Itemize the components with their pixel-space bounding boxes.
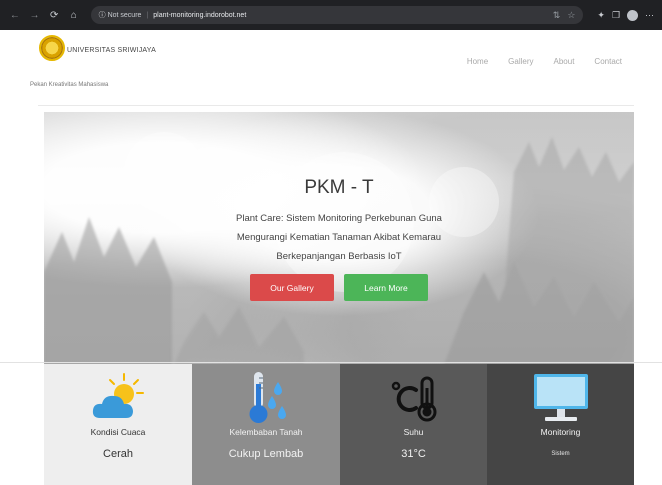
monitor-icon	[487, 370, 634, 425]
translate-icon[interactable]: ⇅	[553, 10, 561, 21]
university-name: UNIVERSITAS SRIWIJAYA	[67, 47, 156, 54]
temperature-celsius-icon	[340, 370, 487, 425]
address-bar[interactable]: ⓘ Not secure | plant-monitoring.indorobo…	[90, 6, 584, 24]
sensor-cards: Kondisi Cuaca Cerah Kelembaban Tanah Cuk…	[44, 364, 634, 485]
nav-home[interactable]: Home	[467, 57, 488, 66]
browser-toolbar: ← → ⟳ ⌂ ⓘ Not secure | plant-monitoring.…	[0, 0, 662, 30]
weather-card: Kondisi Cuaca Cerah	[44, 364, 192, 485]
favorites-icon[interactable]: ✦	[597, 10, 605, 21]
info-icon[interactable]: ⓘ	[99, 10, 108, 20]
site-header: UNIVERSITAS SRIWIJAYA Pekan Kreativitas …	[0, 30, 662, 108]
header-divider	[38, 105, 634, 106]
profile-avatar[interactable]	[627, 9, 639, 21]
hero-title: PKM - T	[304, 177, 374, 198]
url-text: plant-monitoring.indorobot.net	[153, 11, 247, 19]
nav-contact[interactable]: Contact	[594, 57, 622, 66]
temperature-value: 31°C	[401, 448, 426, 460]
partly-cloudy-icon	[44, 370, 192, 425]
weather-value: Cerah	[103, 448, 133, 460]
hero-description: Plant Care: Sistem Monitoring Perkebunan…	[236, 213, 442, 262]
main-nav: Home Gallery About Contact	[467, 57, 622, 66]
hero-banner: PKM - T Plant Care: Sistem Monitoring Pe…	[44, 112, 634, 365]
soil-moisture-thermometer-icon	[192, 370, 340, 425]
back-icon[interactable]: ←	[8, 8, 22, 22]
learn-more-button[interactable]: Learn More	[344, 274, 428, 301]
temperature-card: Suhu 31°C	[340, 364, 487, 485]
site-subtitle: Pekan Kreativitas Mahasiswa	[30, 82, 109, 88]
forward-icon[interactable]: →	[28, 8, 42, 22]
temperature-label: Suhu	[403, 427, 424, 437]
section-divider	[0, 362, 662, 363]
home-icon[interactable]: ⌂	[67, 8, 81, 22]
our-gallery-button[interactable]: Our Gallery	[250, 274, 334, 301]
monitoring-label: Monitoring	[540, 427, 581, 437]
soil-moisture-value: Cukup Lembab	[228, 448, 304, 460]
more-icon[interactable]: ⋯	[645, 10, 654, 21]
soil-moisture-card: Kelembaban Tanah Cukup Lembab	[192, 364, 340, 485]
nav-gallery[interactable]: Gallery	[508, 57, 533, 66]
security-label: Not secure	[107, 11, 142, 19]
url-separator: |	[146, 11, 149, 19]
soil-moisture-label: Kelembaban Tanah	[229, 427, 303, 437]
university-logo[interactable]	[41, 37, 63, 59]
weather-label: Kondisi Cuaca	[90, 427, 146, 437]
nav-about[interactable]: About	[554, 57, 575, 66]
collections-icon[interactable]: ❐	[612, 10, 620, 21]
reload-icon[interactable]: ⟳	[47, 8, 61, 22]
star-icon[interactable]: ☆	[567, 10, 575, 21]
monitoring-card[interactable]: Monitoring Sistem	[487, 364, 634, 485]
monitoring-value: Sistem	[551, 451, 570, 457]
